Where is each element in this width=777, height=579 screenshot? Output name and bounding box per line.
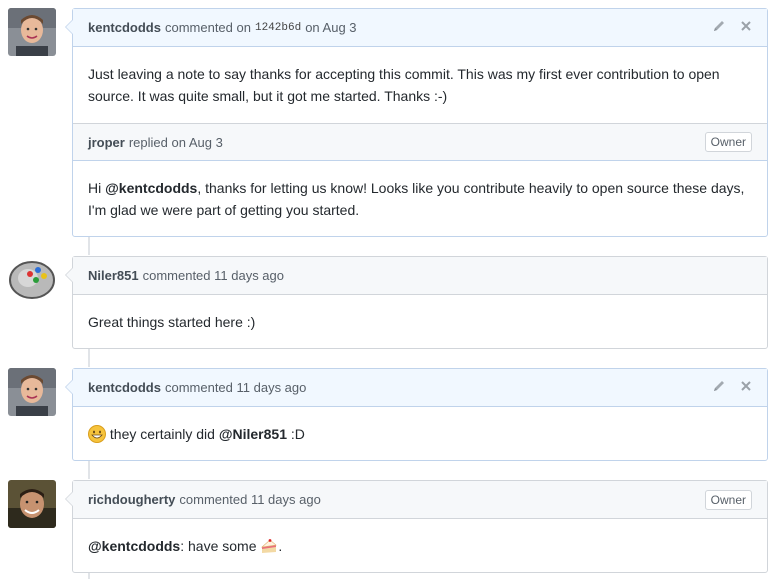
- comment-author[interactable]: kentcdodds: [88, 380, 161, 395]
- comment-action[interactable]: commented 11 days ago: [179, 492, 320, 507]
- commit-sha-link[interactable]: 1242b6d: [255, 22, 301, 34]
- comment-card: kentcdodds commented 11 days ago they ce…: [65, 368, 768, 461]
- comment-text: .: [278, 538, 283, 554]
- timeline-connector: [88, 573, 90, 579]
- reply-author[interactable]: jroper: [88, 135, 125, 150]
- comment-text: : have some: [180, 538, 257, 554]
- timeline-connector: [88, 349, 90, 367]
- owner-badge: Owner: [704, 132, 752, 152]
- pencil-icon[interactable]: [712, 379, 726, 396]
- user-mention[interactable]: @kentcdodds: [88, 538, 180, 554]
- comment-header: Niler851 commented 11 days ago: [73, 257, 767, 295]
- comment-author[interactable]: Niler851: [88, 268, 139, 283]
- timeline-connector: [88, 237, 90, 255]
- comment-card: richdougherty commented 11 days ago Owne…: [65, 480, 768, 573]
- comment-text: :D: [290, 426, 305, 442]
- smile-emoji-icon: [88, 425, 106, 443]
- owner-badge: Owner: [704, 489, 752, 510]
- reply-body: Hi @kentcdodds, thanks for letting us kn…: [73, 161, 767, 237]
- close-icon[interactable]: [740, 20, 752, 35]
- comment-author[interactable]: kentcdodds: [88, 20, 161, 35]
- cake-emoji-icon: [260, 537, 278, 555]
- comment-header: richdougherty commented 11 days ago Owne…: [73, 481, 767, 519]
- reply-greeting: Hi: [88, 180, 102, 196]
- reply-action: replied on Aug 3: [128, 134, 223, 150]
- comment-card: kentcdodds commented on 1242b6d on Aug 3…: [65, 8, 768, 237]
- avatar-richdougherty[interactable]: [8, 480, 56, 528]
- comment-text: they certainly did: [109, 426, 215, 442]
- comment-body: @kentcdodds: have some .: [73, 519, 767, 573]
- comment-card: Niler851 commented 11 days ago Great thi…: [65, 256, 768, 349]
- comment-body: they certainly did @Niler851 :D: [73, 407, 767, 461]
- comment-body: Just leaving a note to say thanks for ac…: [88, 66, 720, 104]
- avatar-kentcdodds[interactable]: [8, 8, 56, 56]
- comment-action[interactable]: commented 11 days ago: [165, 380, 306, 395]
- user-mention[interactable]: @kentcdodds: [105, 180, 197, 196]
- comment-action: commented on: [164, 20, 251, 35]
- reply-header: jroper replied on Aug 3 Owner: [73, 123, 767, 161]
- pencil-icon[interactable]: [712, 19, 726, 36]
- comment-author[interactable]: richdougherty: [88, 492, 175, 507]
- avatar-kentcdodds[interactable]: [8, 368, 56, 416]
- comment-action[interactable]: commented 11 days ago: [143, 268, 284, 283]
- timeline-connector: [88, 461, 90, 479]
- comment-header: kentcdodds commented 11 days ago: [73, 369, 767, 407]
- user-mention[interactable]: @Niler851: [219, 426, 287, 442]
- avatar-niler851[interactable]: [8, 256, 56, 304]
- comment-header: kentcdodds commented on 1242b6d on Aug 3: [73, 9, 767, 47]
- comment-date[interactable]: on Aug 3: [305, 20, 356, 35]
- close-icon[interactable]: [740, 380, 752, 395]
- comment-body: Great things started here :): [88, 314, 256, 330]
